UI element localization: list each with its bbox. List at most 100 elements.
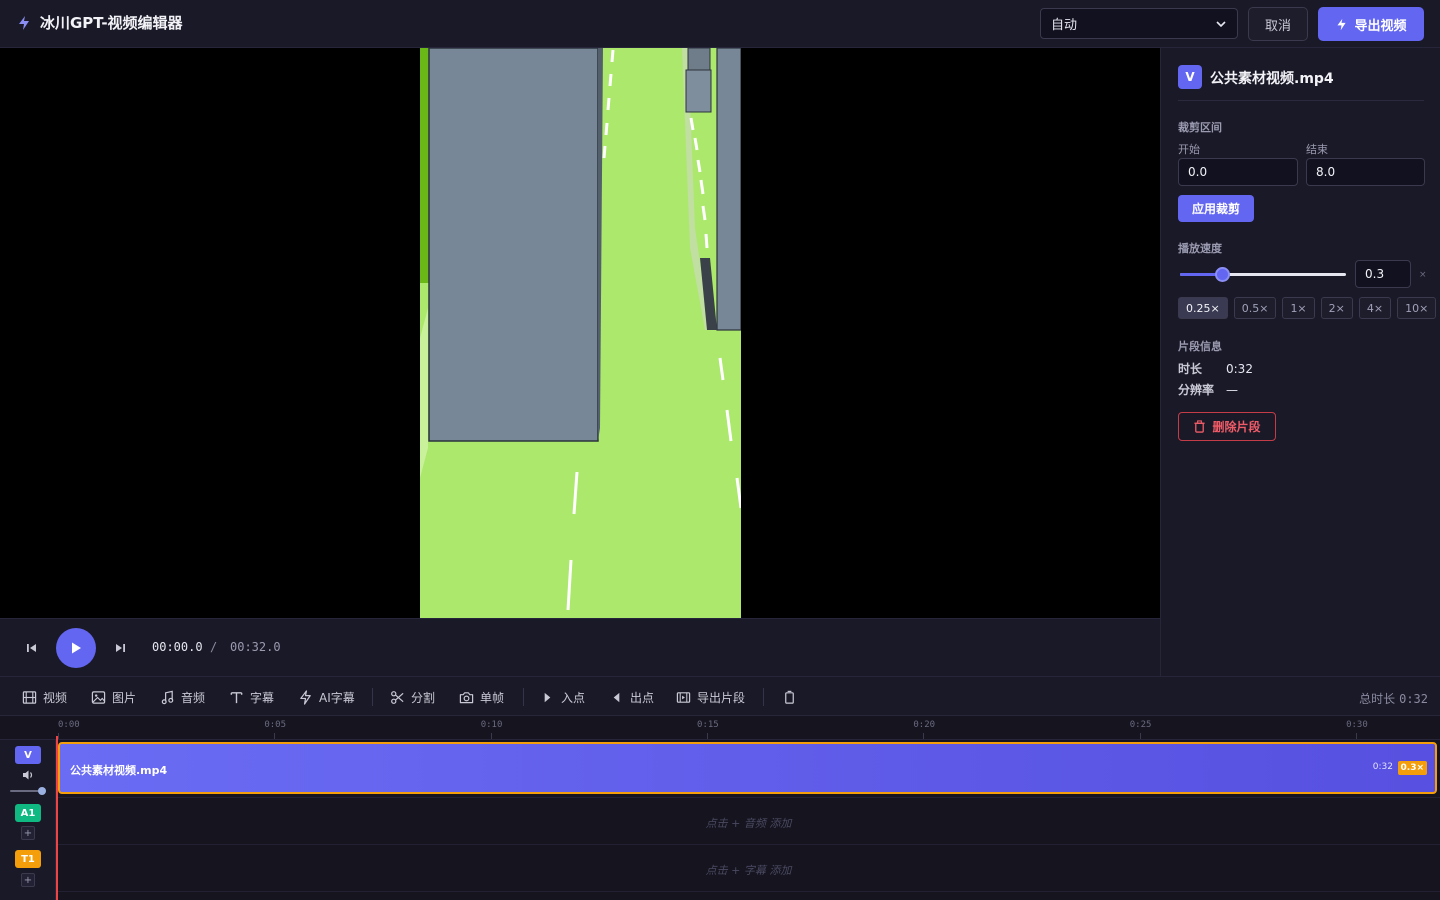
quality-select-value: 自动: [1051, 18, 1078, 33]
subtitle-track-hint: 点击 + 字幕 添加: [705, 864, 792, 877]
speed-presets: 0.25× 0.5× 1× 2× 4× 10×: [1178, 297, 1437, 319]
export-video-button[interactable]: 导出视频: [1318, 7, 1424, 41]
ruler-tick-mark: [274, 733, 276, 739]
playback-controls: 00:00.0 / 00:32.0: [0, 618, 1160, 676]
cancel-button[interactable]: 取消: [1248, 7, 1308, 41]
speed-unit: ×: [1419, 270, 1427, 280]
speed-preset-button[interactable]: 0.25×: [1178, 297, 1228, 319]
split-button[interactable]: 分割: [390, 689, 435, 705]
volume-icon[interactable]: [21, 768, 35, 782]
speed-preset-button[interactable]: 2×: [1320, 297, 1353, 319]
trim-end-input[interactable]: 8.0: [1306, 158, 1425, 186]
trim-end-value: 8.0: [1316, 165, 1336, 179]
app-brand: 冰川GPT-视频编辑器: [16, 12, 183, 33]
apply-trim-button[interactable]: 应用裁剪: [1178, 195, 1254, 222]
time-separator: /: [210, 640, 218, 654]
add-image-button[interactable]: 图片: [91, 689, 136, 705]
export-segment-label: 导出片段: [697, 690, 746, 705]
ruler-tick-label: 0:10: [480, 720, 503, 730]
trim-start-value: 0.0: [1188, 165, 1208, 179]
resolution-label: 分辨率: [1178, 383, 1215, 397]
add-video-button[interactable]: 视频: [22, 689, 67, 705]
speed-preset-button[interactable]: 10×: [1397, 297, 1437, 319]
speed-preset-button[interactable]: 0.5×: [1233, 297, 1277, 319]
speed-input-value: 0.3: [1365, 267, 1385, 281]
apply-trim-label: 应用裁剪: [1191, 202, 1240, 216]
video-preview[interactable]: [0, 48, 1160, 618]
trim-start-label: 开始: [1178, 143, 1200, 156]
ruler-tick-mark: [58, 733, 59, 739]
timeline-ruler[interactable]: 0:00 0:05 0:10 0:15 0:20 0:25 0:30: [0, 716, 1440, 740]
trim-start-input[interactable]: 0.0: [1178, 158, 1298, 186]
speed-input[interactable]: 0.3: [1355, 260, 1411, 288]
add-audio-button[interactable]: 音频: [160, 689, 205, 705]
ruler-tick-label: 0:30: [1346, 720, 1368, 730]
play-button[interactable]: [56, 628, 96, 668]
duration-value: 0:32: [1226, 362, 1253, 376]
toolbar-divider: [372, 688, 373, 706]
delete-clip-button[interactable]: 删除片段: [1178, 412, 1276, 441]
add-text-track-button[interactable]: +: [21, 873, 35, 887]
duration-row: 时长 0:32: [1178, 360, 1253, 377]
timeline[interactable]: 0:00 0:05 0:10 0:15 0:20 0:25 0:30 V A1 + T1 +…: [0, 716, 1440, 900]
speed-section-title: 播放速度: [1178, 242, 1222, 255]
top-bar: 冰川GPT-视频编辑器 自动 取消 导出视频: [0, 0, 1440, 48]
quality-select[interactable]: 自动: [1040, 8, 1238, 39]
track-volume-thumb[interactable]: [38, 787, 46, 795]
image-icon: [91, 690, 106, 704]
total-time: 00:32.0: [230, 640, 281, 654]
video-frame-image: [420, 48, 741, 618]
toolbar-divider: [523, 688, 524, 706]
set-in-point-button[interactable]: 入点: [540, 689, 585, 705]
add-audio-label: 音频: [181, 690, 206, 705]
cancel-button-label: 取消: [1264, 18, 1291, 34]
video-clip[interactable]: 公共素材视频.mp4 0:32 0.3×: [58, 742, 1437, 794]
ruler-tick-label: 0:05: [264, 720, 287, 730]
resolution-row: 分辨率 —: [1178, 381, 1238, 398]
caret-left-icon: [613, 692, 620, 702]
text-track-badge: T1: [15, 850, 41, 868]
audio-track-badge: A1: [15, 804, 41, 822]
total-duration-value: 0:32: [1399, 692, 1428, 706]
delete-tool-button[interactable]: [782, 689, 797, 705]
skip-back-icon[interactable]: [24, 640, 40, 656]
ruler-tick-mark: [707, 733, 709, 739]
ruler-tick-mark: [490, 733, 492, 739]
video-editor-app: 冰川GPT-视频编辑器 自动 取消 导出视频 00:00.0 / 00:32.0…: [0, 0, 1440, 900]
trim-end-label: 结束: [1306, 143, 1328, 156]
music-note-icon: [161, 690, 174, 704]
info-section-title: 片段信息: [1178, 340, 1222, 353]
set-out-point-button[interactable]: 出点: [609, 689, 654, 705]
track-volume-slider[interactable]: [10, 787, 46, 795]
playhead[interactable]: [56, 740, 58, 900]
video-clip-speed-badge: 0.3×: [1397, 761, 1427, 775]
speed-slider-thumb[interactable]: [1215, 267, 1230, 282]
ruler-tick-label: 0:20: [913, 720, 936, 730]
camera-icon: [459, 691, 474, 703]
speed-preset-button[interactable]: 4×: [1358, 297, 1392, 319]
video-track-badge: V: [15, 746, 41, 764]
app-title: 冰川GPT-视频编辑器: [40, 14, 183, 32]
video-frame: [420, 48, 741, 618]
trash-icon: [785, 690, 794, 704]
add-subtitle-button[interactable]: 字幕: [229, 689, 274, 705]
single-frame-button[interactable]: 单帧: [459, 689, 504, 705]
clip-header: V 公共素材视频.mp4: [1178, 65, 1424, 101]
skip-forward-icon[interactable]: [112, 640, 128, 656]
chevron-down-icon: [1216, 20, 1226, 27]
export-segment-button[interactable]: 导出片段: [676, 689, 745, 705]
resolution-value: —: [1226, 383, 1238, 397]
speed-preset-button[interactable]: 1×: [1282, 297, 1315, 319]
speed-slider[interactable]: [1180, 265, 1346, 285]
trash-icon: [1194, 420, 1206, 433]
audio-track-hint: 点击 + 音频 添加: [705, 817, 792, 830]
set-in-point-label: 入点: [561, 690, 586, 705]
scissors-icon: [391, 690, 404, 704]
ai-subtitle-button[interactable]: AI字幕: [298, 689, 355, 705]
add-audio-track-button[interactable]: +: [21, 826, 35, 840]
ruler-tick-mark: [923, 733, 925, 739]
add-subtitle-label: 字幕: [250, 690, 275, 705]
lightning-icon: [19, 15, 29, 30]
single-frame-label: 单帧: [480, 690, 505, 705]
total-duration: 总时长 0:32: [1359, 690, 1428, 707]
